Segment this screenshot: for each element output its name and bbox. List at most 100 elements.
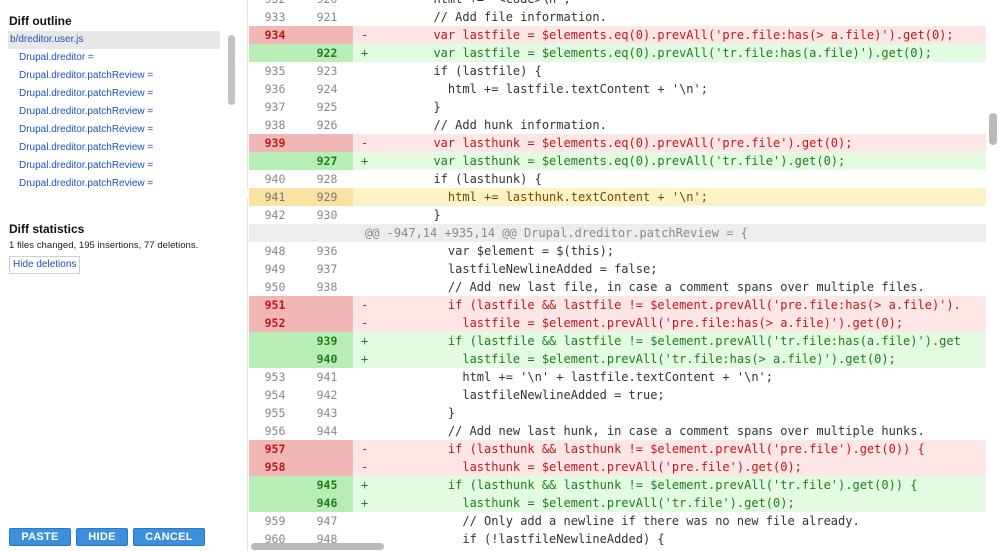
outline-item[interactable]: Drupal.dreditor.patchReview = — [8, 85, 220, 103]
code-text: } — [419, 208, 441, 222]
old-line-number: 949 — [264, 262, 286, 276]
context-line-row[interactable]: 950 938 // Add new last file, in case a c… — [249, 278, 986, 296]
new-line-number: 942 — [316, 388, 338, 402]
added-line-row[interactable]: 940 + lastfile = $element.prevAll('tr.fil… — [249, 350, 986, 368]
code-text: lasthunk = $element.prevAll('pre.file').… — [419, 460, 802, 474]
diff-horizontal-scrollbar[interactable] — [249, 542, 986, 551]
new-line-number: 939 — [301, 332, 353, 350]
code-text: if (lasthunk && lasthunk != $element.pre… — [419, 442, 925, 456]
added-line-row[interactable]: 946 + lasthunk = $element.prevAll('tr.fil… — [249, 494, 986, 512]
code-text: // Only add a newline if there was no ne… — [419, 514, 860, 528]
diff-horizontal-scrollbar-thumb[interactable] — [251, 543, 384, 550]
code-text: html += '<code>\n'; — [419, 0, 570, 8]
new-line-number: 945 — [301, 476, 353, 494]
diff-sign — [361, 260, 375, 278]
code-text: if (lasthunk) { — [419, 172, 542, 186]
outline-item[interactable]: Drupal.dreditor.patchReview = — [8, 157, 220, 175]
old-line-number: 957 — [249, 440, 301, 458]
old-line-number — [249, 494, 301, 512]
old-line-number: 937 — [264, 100, 286, 114]
hide-button[interactable]: HIDE — [76, 528, 128, 546]
code-text: if (lastfile && lastfile != $element.pre… — [419, 298, 961, 312]
old-line-number: 933 — [264, 10, 286, 24]
diff-lines: 932920 html += '<code>\n'; 933 921 // Add … — [249, 0, 986, 548]
context-line-row[interactable]: 937 925 } — [249, 98, 986, 116]
code-text: lastfileNewlineAdded = false; — [419, 262, 658, 276]
cancel-button[interactable]: CANCEL — [133, 528, 205, 546]
outline-item[interactable]: Drupal.dreditor.patchReview = — [8, 103, 220, 121]
hunk-header-row[interactable]: @@ -947,14 +935,14 @@ Drupal.dreditor.pa… — [249, 224, 986, 242]
added-line-row[interactable]: 945 + if (lasthunk && lasthunk != $elemen… — [249, 476, 986, 494]
diff-sign — [361, 116, 375, 134]
new-line-number — [301, 26, 353, 44]
context-line-row[interactable]: 954 942 lastfileNewlineAdded = true; — [249, 386, 986, 404]
old-line-number — [249, 224, 301, 242]
diff-vertical-scrollbar[interactable] — [986, 0, 1000, 551]
new-line-number: 924 — [316, 82, 338, 96]
new-line-number: 922 — [301, 44, 353, 62]
new-line-number — [301, 440, 353, 458]
outline-item-file[interactable]: b/dreditor.user.js — [8, 31, 220, 49]
diff-sign — [361, 80, 375, 98]
new-line-number: 921 — [316, 10, 338, 24]
new-line-number: 943 — [316, 406, 338, 420]
new-line-number: 923 — [316, 64, 338, 78]
outline-item[interactable]: Drupal.dreditor.patchReview = — [8, 139, 220, 157]
old-line-number: 954 — [264, 388, 286, 402]
context-line-row[interactable]: 942 930 } — [249, 206, 986, 224]
diff-sign — [361, 62, 375, 80]
added-line-row[interactable]: 927 + var lasthunk = $elements.eq(0).prev… — [249, 152, 986, 170]
deleted-line-row[interactable]: 957 - if (lasthunk && lasthunk != $elemen… — [249, 440, 986, 458]
added-line-row[interactable]: 922 + var lastfile = $elements.eq(0).prev… — [249, 44, 986, 62]
context-line-row[interactable]: 936 924 html += lastfile.textContent + '\… — [249, 80, 986, 98]
outline-scrollbar[interactable] — [224, 31, 238, 198]
old-line-number: 940 — [264, 172, 286, 186]
outline-item[interactable]: Drupal.dreditor.patchReview = — [8, 67, 220, 85]
deleted-line-row[interactable]: 951 - if (lastfile && lastfile != $elemen… — [249, 296, 986, 314]
context-line-row[interactable]: 948 936 var $element = $(this); — [249, 242, 986, 260]
context-line-row[interactable]: 938 926 // Add hunk information. — [249, 116, 986, 134]
deleted-line-row[interactable]: 958 - lasthunk = $element.prevAll('pre.fi… — [249, 458, 986, 476]
diff-sign — [361, 188, 375, 206]
old-line-number: 942 — [264, 208, 286, 222]
outline-item[interactable]: Drupal.dreditor.patchReview = — [8, 121, 220, 139]
context-line-row[interactable]: 955 943 } — [249, 404, 986, 422]
new-line-number: 940 — [301, 350, 353, 368]
new-line-number: 941 — [316, 370, 338, 384]
paste-button[interactable]: PASTE — [9, 528, 71, 546]
context-line-row[interactable]: 949 937 lastfileNewlineAdded = false; — [249, 260, 986, 278]
deleted-line-row[interactable]: 939 - var lasthunk = $elements.eq(0).prev… — [249, 134, 986, 152]
context-line-row[interactable]: 940 928 if (lasthunk) { — [249, 170, 986, 188]
deleted-line-row[interactable]: 952 - lastfile = $element.prevAll('pre.fi… — [249, 314, 986, 332]
code-text: if (lastfile && lastfile != $element.pre… — [419, 334, 961, 348]
old-line-number: 951 — [249, 296, 301, 314]
new-line-number: 928 — [316, 172, 338, 186]
context-line-row[interactable]: 953 941 html += '\n' + lastfile.textConte… — [249, 368, 986, 386]
diff-view: 932920 html += '<code>\n'; 933 921 // Add … — [249, 0, 1000, 551]
context-line-row[interactable]: 933 921 // Add file information. — [249, 8, 986, 26]
diff-outline-list: b/dreditor.user.js Drupal.dreditor = Drupa… — [8, 31, 220, 198]
diff-vertical-scrollbar-thumb[interactable] — [989, 113, 997, 145]
diff-sign — [361, 206, 375, 224]
context-line-row[interactable]: 956 944 // Add new last hunk, in case a c… — [249, 422, 986, 440]
old-line-number: 941 — [249, 188, 301, 206]
code-text: lastfile = $element.prevAll('pre.file:ha… — [419, 316, 904, 330]
outline-scrollbar-thumb[interactable] — [228, 35, 235, 105]
diff-sign: - — [361, 316, 369, 330]
outline-item[interactable]: Drupal.dreditor = — [8, 49, 220, 67]
context-line-row[interactable]: 941 929 html += lasthunk.textContent + '\… — [249, 188, 986, 206]
context-line-row[interactable]: 932920 html += '<code>\n'; — [249, 0, 986, 8]
new-line-number: 920 — [301, 0, 353, 8]
hide-deletions-button[interactable]: Hide deletions — [9, 256, 81, 274]
diff-sign: - — [361, 460, 369, 474]
added-line-row[interactable]: 939 + if (lastfile && lastfile != $elemen… — [249, 332, 986, 350]
diff-sign — [361, 8, 375, 26]
diff-sign: + — [361, 46, 369, 60]
diff-sign: + — [361, 496, 369, 510]
context-line-row[interactable]: 935 923 if (lastfile) { — [249, 62, 986, 80]
context-line-row[interactable]: 959 947 // Only add a newline if there wa… — [249, 512, 986, 530]
outline-list-bottom — [0, 190, 248, 198]
code-text: html += lasthunk.textContent + '\n'; — [419, 190, 708, 204]
deleted-line-row[interactable]: 934 - var lastfile = $elements.eq(0).prev… — [249, 26, 986, 44]
code-text: lastfileNewlineAdded = true; — [419, 388, 665, 402]
